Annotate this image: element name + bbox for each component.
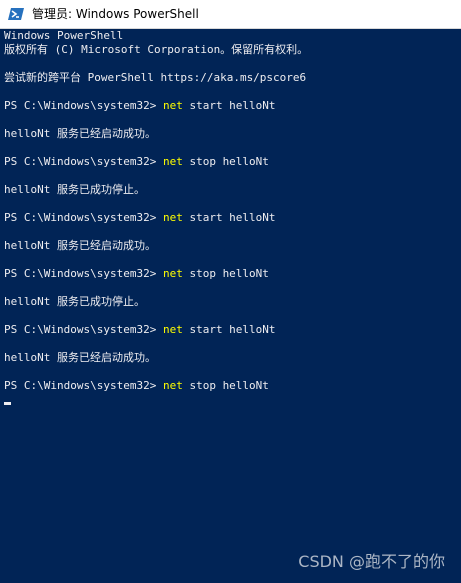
prompt: PS C:\Windows\system32> [4, 267, 163, 280]
header-line: 尝试新的跨平台 PowerShell https://aka.ms/pscore… [4, 71, 307, 84]
output-line: helloNt 服务已成功停止。 [4, 295, 145, 308]
command-name: net [162, 99, 183, 112]
output-line: helloNt 服务已经启动成功。 [4, 127, 156, 140]
command-args: stop helloNt [182, 155, 269, 168]
prompt: PS C:\Windows\system32> [4, 155, 163, 168]
title-bar[interactable]: 管理员: Windows PowerShell [0, 0, 461, 29]
prompt-line: PS C:\Windows\system32> net start helloN… [4, 99, 276, 113]
prompt-line: PS C:\Windows\system32> net stop helloNt [4, 379, 269, 393]
command-args: stop helloNt [182, 379, 269, 392]
prompt-line: PS C:\Windows\system32> net start helloN… [4, 323, 276, 337]
command-name: net [162, 211, 183, 224]
command-args: start helloNt [182, 323, 276, 336]
powershell-icon [8, 8, 24, 20]
output-line: helloNt 服务已成功停止。 [4, 183, 145, 196]
header-line: Windows PowerShell [4, 29, 124, 42]
prompt-line: PS C:\Windows\system32> net stop helloNt [4, 155, 269, 169]
prompt: PS C:\Windows\system32> [4, 99, 163, 112]
prompt: PS C:\Windows\system32> [4, 323, 163, 336]
command-name: net [162, 155, 183, 168]
watermark: CSDN @跑不了的你 [298, 552, 445, 571]
prompt-line: PS C:\Windows\system32> net start helloN… [4, 211, 276, 225]
command-name: net [162, 267, 183, 280]
command-name: net [162, 379, 183, 392]
window-title: 管理员: Windows PowerShell [32, 7, 199, 21]
text-cursor [4, 402, 11, 405]
powershell-window: 管理员: Windows PowerShell Windows PowerShe… [0, 0, 461, 583]
console-area[interactable]: Windows PowerShell 版权所有 (C) Microsoft Co… [0, 29, 461, 583]
prompt: PS C:\Windows\system32> [4, 379, 163, 392]
prompt: PS C:\Windows\system32> [4, 211, 163, 224]
command-args: start helloNt [182, 99, 276, 112]
command-name: net [162, 323, 183, 336]
command-args: stop helloNt [182, 267, 269, 280]
header-line: 版权所有 (C) Microsoft Corporation。保留所有权利。 [4, 43, 309, 56]
output-line: helloNt 服务已经启动成功。 [4, 351, 156, 364]
prompt-line: PS C:\Windows\system32> net stop helloNt [4, 267, 269, 281]
command-args: start helloNt [182, 211, 276, 224]
output-line: helloNt 服务已经启动成功。 [4, 239, 156, 252]
